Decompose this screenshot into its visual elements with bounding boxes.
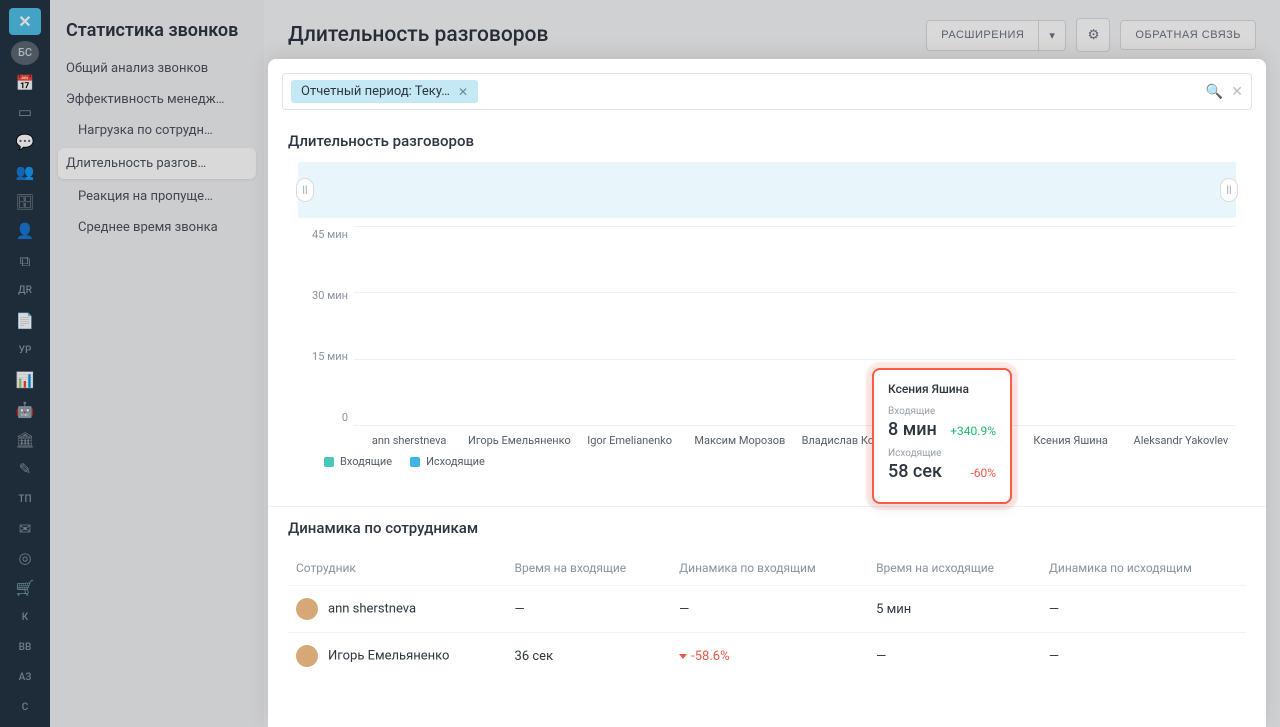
dynamics-table: СотрудникВремя на входящиеДинамика по вх…	[288, 551, 1246, 679]
y-tick: 0	[342, 411, 348, 424]
legend: Входящие Исходящие	[324, 455, 1236, 468]
range-handle-left[interactable]: ||	[296, 178, 314, 202]
rail-dr[interactable]: ДR	[11, 279, 39, 303]
table-row[interactable]: ann sherstneva——5 мин—	[288, 586, 1246, 633]
rail-c[interactable]: С	[11, 695, 39, 719]
topbar: Длительность разговоров РАСШИРЕНИЯ ▾ ⚙ О…	[264, 0, 1280, 64]
rail-ur[interactable]: УР	[11, 338, 39, 362]
x-label: Ксения Яшина	[1016, 434, 1126, 447]
extensions-button[interactable]: РАСШИРЕНИЯ	[926, 20, 1038, 51]
tooltip-in-pct: +340.9%	[950, 424, 996, 438]
page-title: Длительность разговоров	[288, 23, 548, 47]
sidebar-item[interactable]: Среднее время звонка	[50, 212, 264, 243]
tooltip-out-label: Исходящие	[888, 448, 996, 459]
tooltip-out-pct: -60%	[970, 466, 996, 480]
table-title: Динамика по сотрудникам	[288, 519, 1246, 537]
legend-item: Входящие	[324, 455, 392, 468]
report-panel: Отчетный период: Теку… ✕ 🔍 ✕ Длительност…	[268, 59, 1266, 727]
bank-icon[interactable]: 🏛	[11, 428, 39, 452]
chat-icon[interactable]: 💬	[11, 130, 39, 154]
rail-az[interactable]: АЗ	[11, 666, 39, 690]
chart-tooltip: Ксения Яшина Входящие 8 мин +340.9% Исхо…	[872, 368, 1012, 504]
stats-icon[interactable]: 📊	[11, 368, 39, 392]
x-label: ann sherstneva	[354, 434, 464, 447]
dynamics-table-section: Динамика по сотрудникам СотрудникВремя н…	[268, 506, 1266, 679]
filter-chip-label: Отчетный период: Теку…	[301, 84, 450, 99]
sidebar-title: Статистика звонков	[50, 20, 264, 53]
table-header: Время на входящие	[507, 551, 672, 586]
user-avatar-rail[interactable]: БС	[11, 41, 39, 65]
tooltip-in-label: Входящие	[888, 406, 996, 417]
doc-icon[interactable]: 📄	[11, 309, 39, 333]
sidebar: Статистика звонков Общий анализ звонковЭ…	[50, 0, 264, 727]
sidebar-item[interactable]: Эффективность менедж…	[50, 84, 264, 115]
cart-icon[interactable]: 🛒	[11, 576, 39, 600]
rail-tp[interactable]: ТП	[11, 487, 39, 511]
users-icon[interactable]: 👥	[11, 160, 39, 184]
clear-filter-icon[interactable]: ✕	[1231, 84, 1243, 100]
sidebar-item[interactable]: Общий анализ звонков	[50, 53, 264, 84]
sidebar-item[interactable]: Длительность разгов…	[58, 148, 256, 179]
table-header: Динамика по входящим	[671, 551, 868, 586]
overview-chart[interactable]: || ||	[298, 162, 1236, 218]
contacts-icon[interactable]: 👤	[11, 220, 39, 244]
icon-rail: ✕ БС 📅 ▭ 💬 👥 🗄 👤 ⧉ ДR 📄 УР 📊 🤖 🏛 ✎ ТП ✉ …	[0, 0, 50, 727]
filter-input[interactable]: Отчетный период: Теку… ✕ 🔍 ✕	[282, 73, 1252, 110]
sidebar-item[interactable]: Реакция на пропуще…	[50, 181, 264, 212]
extensions-split: РАСШИРЕНИЯ ▾	[926, 20, 1066, 51]
avatar	[296, 645, 318, 667]
chip-remove-icon[interactable]: ✕	[458, 85, 468, 99]
feedback-button[interactable]: ОБРАТНАЯ СВЯЗЬ	[1120, 20, 1256, 50]
rail-vv[interactable]: ВВ	[11, 636, 39, 660]
close-button[interactable]: ✕	[9, 8, 41, 35]
avatar	[296, 598, 318, 620]
table-header: Динамика по исходящим	[1041, 551, 1246, 586]
main-chart: 45 мин 30 мин 15 мин 0	[298, 226, 1236, 426]
rail-k[interactable]: К	[11, 606, 39, 630]
tooltip-out-value: 58 сек	[888, 461, 942, 482]
table-header: Сотрудник	[288, 551, 507, 586]
calendar-icon[interactable]: 📅	[11, 71, 39, 95]
card-icon[interactable]: ▭	[11, 101, 39, 125]
x-label: Aleksandr Yakovlev	[1126, 434, 1236, 447]
tooltip-name: Ксения Яшина	[888, 382, 996, 396]
android-icon[interactable]: 🤖	[11, 398, 39, 422]
range-handle-right[interactable]: ||	[1220, 178, 1238, 202]
x-axis: ann sherstnevaИгорь ЕмельяненкоIgor Emel…	[354, 434, 1236, 447]
y-axis: 45 мин 30 мин 15 мин 0	[298, 226, 354, 426]
y-tick: 30 мин	[312, 289, 348, 302]
x-label: Igor Emelianenko	[575, 434, 685, 447]
archive-icon[interactable]: 🗄	[11, 190, 39, 214]
y-tick: 45 мин	[312, 228, 348, 241]
chart-title: Длительность разговоров	[288, 132, 1246, 150]
flow-icon[interactable]: ⧉	[11, 249, 39, 273]
edit-icon[interactable]: ✎	[11, 457, 39, 481]
filter-chip: Отчетный период: Теку… ✕	[291, 80, 478, 103]
table-header: Время на исходящие	[868, 551, 1041, 586]
x-label: Максим Морозов	[685, 434, 795, 447]
settings-button[interactable]: ⚙	[1076, 18, 1110, 52]
search-icon[interactable]: 🔍	[1206, 84, 1223, 100]
target-icon[interactable]: ◎	[11, 547, 39, 571]
legend-item: Исходящие	[410, 455, 485, 468]
table-row[interactable]: Игорь Емельяненко36 сек-58.6%——	[288, 633, 1246, 680]
mail-icon[interactable]: ✉	[11, 517, 39, 541]
x-label: Игорь Емельяненко	[464, 434, 574, 447]
sidebar-item[interactable]: Нагрузка по сотрудн…	[50, 115, 264, 146]
extensions-dropdown[interactable]: ▾	[1038, 20, 1066, 51]
sidebar-active-pill: Длительность разгов…	[66, 156, 206, 171]
y-tick: 15 мин	[312, 350, 348, 363]
tooltip-in-value: 8 мин	[888, 419, 937, 440]
